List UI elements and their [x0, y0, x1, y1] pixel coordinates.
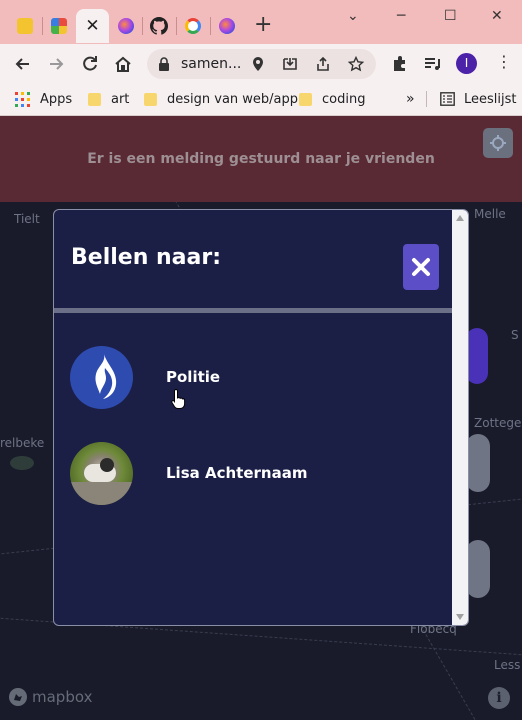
tab-separator [210, 17, 211, 35]
tab-7[interactable] [212, 9, 242, 43]
location-pin-icon[interactable] [251, 56, 265, 72]
tab-active[interactable]: ✕ [76, 9, 109, 43]
geolocate-button[interactable] [483, 128, 513, 158]
app-icon [51, 18, 67, 34]
browser-toolbar: samen... I ⋮ [0, 44, 522, 82]
maximize-button[interactable]: ☐ [444, 8, 457, 24]
modal-title: Bellen naar: [71, 245, 222, 270]
reading-list-button[interactable]: Leeslijst [440, 90, 517, 108]
scroll-up-arrow-icon[interactable] [456, 215, 464, 221]
tab-separator [42, 17, 43, 35]
folder-icon [299, 92, 312, 106]
map-label-partial: S [511, 328, 519, 342]
contact-row-politie[interactable]: Politie [70, 345, 450, 409]
bookmark-label: Leeslijst [464, 91, 517, 107]
reload-icon[interactable] [80, 54, 100, 74]
firefox-icon [219, 18, 235, 34]
background-card [466, 434, 490, 492]
dog-head-shape [100, 457, 114, 472]
tab-2[interactable] [44, 9, 74, 43]
tab-separator [142, 17, 143, 35]
dog-photo-avatar [70, 441, 133, 505]
background-button [466, 328, 488, 384]
call-modal: Bellen naar: Politie Lisa Achternaam [53, 209, 469, 626]
folder-icon [144, 92, 157, 106]
hand-cursor-icon [171, 388, 186, 409]
map-label-zottegem: Zottegem [474, 416, 522, 430]
modal-divider [54, 308, 454, 313]
tab-separator [176, 17, 177, 35]
tab-4[interactable] [111, 9, 141, 43]
bookmarks-bar: Apps art design van web/app coding » Lee… [0, 82, 522, 116]
police-flame-icon [94, 354, 116, 399]
banner-text: Er is een melding gestuurd naar je vrien… [87, 151, 435, 167]
forward-arrow-icon[interactable] [46, 54, 66, 74]
mapbox-icon [9, 688, 27, 706]
app-icon [17, 18, 33, 34]
police-logo-avatar [70, 345, 133, 409]
back-arrow-icon[interactable] [13, 54, 33, 74]
bookmark-apps[interactable]: Apps [15, 90, 72, 108]
bookmark-label: Apps [40, 91, 73, 107]
share-icon[interactable] [315, 56, 331, 72]
home-icon[interactable] [113, 54, 133, 74]
star-bookmark-icon[interactable] [348, 56, 364, 72]
minimize-button[interactable]: ─ [397, 8, 405, 24]
reading-list-icon [440, 92, 455, 106]
close-icon [412, 258, 430, 276]
window-close-button[interactable]: ✕ [491, 8, 503, 24]
locate-crosshair-icon [490, 135, 506, 151]
close-tab-icon[interactable]: ✕ [85, 16, 99, 36]
extensions-puzzle-icon[interactable] [390, 54, 410, 74]
apps-grid-icon [15, 91, 30, 107]
modal-scrollbar[interactable] [452, 210, 468, 625]
path-shape [70, 481, 133, 505]
install-icon[interactable] [282, 56, 298, 72]
google-icon [185, 18, 201, 34]
background-card [466, 540, 490, 598]
profile-avatar[interactable]: I [456, 53, 477, 74]
close-modal-button[interactable] [403, 244, 439, 290]
map-label-tielt: Tielt [14, 212, 40, 226]
contact-name: Politie [166, 368, 221, 386]
address-bar[interactable]: samen... [147, 49, 376, 79]
tab-search-icon[interactable]: ⌄ [347, 8, 359, 24]
tab-1[interactable] [8, 9, 42, 43]
bookmark-folder-coding[interactable]: coding [299, 90, 365, 108]
firefox-icon [118, 18, 134, 34]
attribution-info-icon[interactable]: i [488, 687, 510, 709]
bookmark-folder-design[interactable]: design van web/app [144, 90, 298, 108]
bookmark-folder-art[interactable]: art [88, 90, 129, 108]
contact-name: Lisa Achternaam [166, 464, 308, 482]
map-marker [10, 456, 34, 470]
tab-5[interactable] [144, 9, 174, 43]
bookmarks-divider [426, 91, 427, 107]
bookmark-label: art [111, 91, 130, 107]
notification-banner: Er is een melding gestuurd naar je vrien… [0, 116, 522, 202]
folder-icon [88, 92, 101, 106]
media-queue-icon[interactable] [422, 54, 442, 74]
new-tab-button[interactable]: + [254, 14, 272, 36]
mapbox-label: mapbox [32, 688, 93, 706]
tab-6[interactable] [178, 9, 208, 43]
mapbox-logo[interactable]: mapbox [8, 687, 92, 707]
address-text: samen... [181, 56, 242, 72]
map-label-melle: Melle [474, 207, 506, 221]
bookmark-label: design van web/app [167, 91, 299, 107]
contact-row-lisa[interactable]: Lisa Achternaam [70, 441, 450, 505]
map-label-waregem: relbeke [0, 436, 45, 450]
lock-icon[interactable] [158, 57, 170, 71]
menu-kebab-icon[interactable]: ⋮ [496, 52, 512, 72]
browser-tab-strip: ✕ + ⌄ ─ ☐ ✕ [0, 0, 522, 44]
scroll-down-arrow-icon[interactable] [456, 614, 464, 620]
github-icon [150, 17, 168, 35]
map-label-lessines: Less [494, 658, 521, 672]
bookmarks-overflow-button[interactable]: » [406, 90, 415, 108]
bookmark-label: coding [322, 91, 366, 107]
